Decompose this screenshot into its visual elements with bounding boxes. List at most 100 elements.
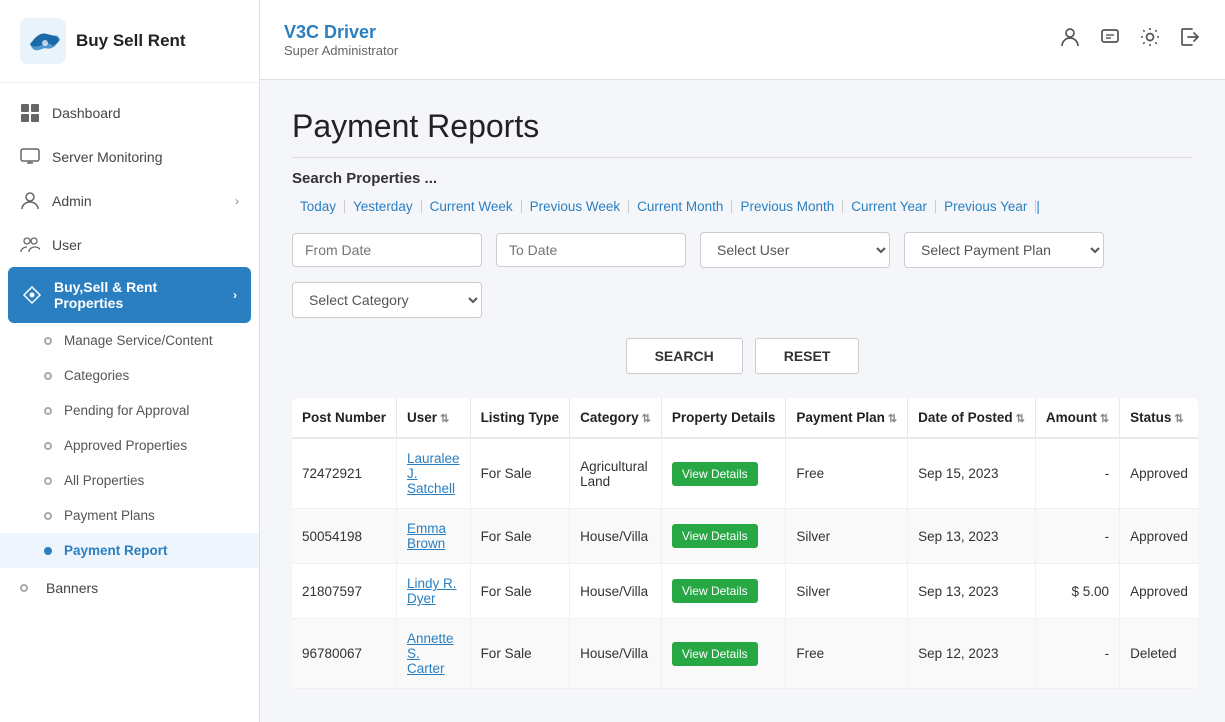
cell-post-number: 50054198 — [292, 509, 397, 564]
settings-icon[interactable] — [1139, 26, 1161, 54]
th-payment-plan: Payment Plan⇅ — [786, 398, 908, 438]
cell-property-details: View Details — [661, 438, 786, 509]
th-date-posted: Date of Posted⇅ — [908, 398, 1036, 438]
button-row: SEARCH RESET — [292, 338, 1193, 374]
sidebar-item-admin-label: Admin — [52, 193, 92, 209]
sidebar-item-buy-sell-rent[interactable]: Buy,Sell & Rent Properties › — [8, 267, 251, 323]
sidebar-sub-payment-report[interactable]: Payment Report — [0, 533, 259, 568]
view-details-button[interactable]: View Details — [672, 524, 758, 548]
topbar: V3C Driver Super Administrator — [260, 0, 1225, 80]
sidebar-sub-all-properties[interactable]: All Properties — [0, 463, 259, 498]
select-user-dropdown[interactable]: Select User — [700, 232, 890, 268]
to-date-input[interactable] — [496, 233, 686, 267]
filter-row-2: Select Category — [292, 282, 1193, 318]
sidebar-sub-payment-plans[interactable]: Payment Plans — [0, 498, 259, 533]
filter-previous-year[interactable]: Previous Year — [936, 200, 1036, 214]
cell-user[interactable]: Annette S. Carter — [397, 619, 471, 689]
view-details-button[interactable]: View Details — [672, 642, 758, 666]
table-row: 50054198Emma BrownFor SaleHouse/VillaVie… — [292, 509, 1198, 564]
cell-user[interactable]: Lindy R. Dyer — [397, 564, 471, 619]
filter-today[interactable]: Today — [292, 200, 345, 214]
cell-property-details: View Details — [661, 509, 786, 564]
filter-separator: | — [1036, 199, 1040, 214]
table-row: 72472921Lauralee J. SatchellFor SaleAgri… — [292, 438, 1198, 509]
filter-yesterday[interactable]: Yesterday — [345, 200, 422, 214]
sidebar-sub-manage-service[interactable]: Manage Service/Content — [0, 323, 259, 358]
user-link[interactable]: Annette S. Carter — [407, 631, 454, 676]
table-body: 72472921Lauralee J. SatchellFor SaleAgri… — [292, 438, 1198, 689]
cell-listing-type: For Sale — [470, 619, 570, 689]
view-details-button[interactable]: View Details — [672, 462, 758, 486]
th-property-details: Property Details — [661, 398, 786, 438]
cell-amount: - — [1035, 619, 1119, 689]
user-role: Super Administrator — [284, 43, 398, 58]
from-date-input[interactable] — [292, 233, 482, 267]
logout-icon[interactable] — [1179, 26, 1201, 54]
table-row: 96780067Annette S. CarterFor SaleHouse/V… — [292, 619, 1198, 689]
sidebar-sub-approved-properties-label: Approved Properties — [64, 438, 187, 453]
cell-user[interactable]: Emma Brown — [397, 509, 471, 564]
select-payment-plan-dropdown[interactable]: Select Payment Plan — [904, 232, 1104, 268]
sidebar-sub-approved-properties[interactable]: Approved Properties — [0, 428, 259, 463]
bullet-icon — [44, 477, 52, 485]
notifications-icon[interactable] — [1099, 26, 1121, 54]
user-link[interactable]: Emma Brown — [407, 521, 446, 551]
user-link[interactable]: Lindy R. Dyer — [407, 576, 457, 606]
sidebar-item-user[interactable]: User — [0, 223, 259, 267]
sort-icon: ⇅ — [642, 413, 651, 425]
grid-icon — [20, 103, 40, 123]
main-area: V3C Driver Super Administrator Payment R… — [260, 0, 1225, 722]
sort-icon: ⇅ — [1016, 413, 1025, 425]
sidebar-item-buy-sell-rent-label: Buy,Sell & Rent Properties — [54, 279, 221, 311]
monitor-icon — [20, 147, 40, 167]
sidebar-item-dashboard[interactable]: Dashboard — [0, 91, 259, 135]
reset-button[interactable]: RESET — [755, 338, 860, 374]
sidebar-sub-manage-service-label: Manage Service/Content — [64, 333, 213, 348]
th-listing-type: Listing Type — [470, 398, 570, 438]
cell-category: House/Villa — [570, 564, 662, 619]
select-category-dropdown[interactable]: Select Category — [292, 282, 482, 318]
bullet-icon — [44, 442, 52, 450]
sidebar-sub-categories[interactable]: Categories — [0, 358, 259, 393]
sidebar-item-admin[interactable]: Admin › — [0, 179, 259, 223]
filter-previous-month[interactable]: Previous Month — [732, 200, 843, 214]
table-row: 21807597Lindy R. DyerFor SaleHouse/Villa… — [292, 564, 1198, 619]
view-details-button[interactable]: View Details — [672, 579, 758, 603]
cell-user[interactable]: Lauralee J. Satchell — [397, 438, 471, 509]
cell-category: Agricultural Land — [570, 438, 662, 509]
page-title: Payment Reports — [292, 108, 1193, 158]
user-link[interactable]: Lauralee J. Satchell — [407, 451, 460, 496]
person-icon — [20, 191, 40, 211]
search-button[interactable]: SEARCH — [626, 338, 743, 374]
sidebar-item-server-monitoring[interactable]: Server Monitoring — [0, 135, 259, 179]
sidebar-sub-categories-label: Categories — [64, 368, 129, 383]
filter-current-month[interactable]: Current Month — [629, 200, 732, 214]
cell-post-number: 96780067 — [292, 619, 397, 689]
cell-date-posted: Sep 13, 2023 — [908, 509, 1036, 564]
sidebar-item-banners-label: Banners — [46, 580, 98, 596]
admin-arrow-icon: › — [235, 194, 239, 208]
sidebar-sub-pending-approval[interactable]: Pending for Approval — [0, 393, 259, 428]
logo-icon — [20, 18, 66, 64]
th-user: User⇅ — [397, 398, 471, 438]
user-profile-icon[interactable] — [1059, 26, 1081, 54]
sidebar-navigation: Dashboard Server Monitoring Admin › User… — [0, 83, 259, 616]
filter-previous-week[interactable]: Previous Week — [522, 200, 630, 214]
th-amount: Amount⇅ — [1035, 398, 1119, 438]
filter-current-year[interactable]: Current Year — [843, 200, 936, 214]
cell-property-details: View Details — [661, 619, 786, 689]
th-category: Category⇅ — [570, 398, 662, 438]
cell-amount: $ 5.00 — [1035, 564, 1119, 619]
cell-amount: - — [1035, 438, 1119, 509]
cell-amount: - — [1035, 509, 1119, 564]
people-icon — [20, 235, 40, 255]
logo-text: Buy Sell Rent — [76, 31, 186, 51]
cell-post-number: 21807597 — [292, 564, 397, 619]
content-area: Payment Reports Search Properties ... To… — [260, 80, 1225, 722]
sidebar-item-user-label: User — [52, 237, 82, 253]
cell-category: House/Villa — [570, 509, 662, 564]
sidebar-item-banners[interactable]: Banners — [0, 568, 259, 608]
filter-row-1: Select User Select Payment Plan — [292, 232, 1193, 268]
sidebar-item-dashboard-label: Dashboard — [52, 105, 121, 121]
filter-current-week[interactable]: Current Week — [422, 200, 522, 214]
